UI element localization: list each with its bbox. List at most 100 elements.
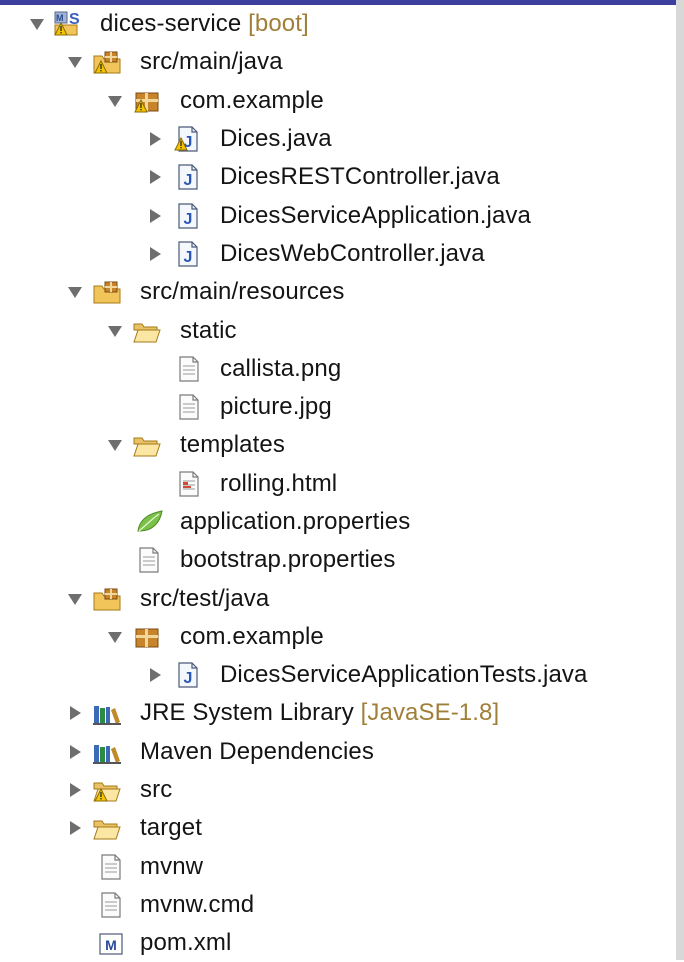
- tree-node-label: src/main/resources: [140, 278, 345, 306]
- tree-node-source-folder[interactable]: src/test/java: [0, 579, 676, 617]
- java-file-icon: J: [172, 660, 202, 690]
- collapse-arrow-icon[interactable]: [64, 779, 86, 801]
- tree-node-source-folder[interactable]: src/main/resources: [0, 273, 676, 311]
- tree-node-file[interactable]: picture.jpg: [0, 388, 676, 426]
- tree-node-file[interactable]: bootstrap.properties: [0, 541, 676, 579]
- svg-text:J: J: [184, 670, 193, 687]
- tree-node-file[interactable]: M pom.xml: [0, 924, 676, 962]
- source-folder-warning-icon: [92, 47, 122, 77]
- file-icon: [134, 545, 164, 575]
- folder-open-icon: [132, 316, 162, 346]
- spring-leaf-icon: [134, 507, 164, 537]
- svg-text:J: J: [184, 172, 193, 189]
- tree-node-label: dices-service: [100, 10, 242, 38]
- tree-node-label: picture.jpg: [220, 393, 332, 421]
- svg-text:M: M: [105, 937, 117, 953]
- tree-node-library[interactable]: Maven Dependencies: [0, 733, 676, 771]
- svg-text:J: J: [184, 249, 193, 266]
- collapse-arrow-icon[interactable]: [64, 741, 86, 763]
- vertical-scrollbar[interactable]: [676, 0, 684, 960]
- tree-node-project[interactable]: MS dices-service [boot]: [0, 5, 676, 43]
- tree-node-source-folder[interactable]: src/main/java: [0, 43, 676, 81]
- tree-node-file[interactable]: callista.png: [0, 350, 676, 388]
- tree-node-label: DicesRESTController.java: [220, 163, 500, 191]
- tree-node-label: application.properties: [180, 508, 411, 535]
- library-icon: [92, 698, 122, 728]
- expand-arrow-icon[interactable]: [104, 90, 126, 112]
- tree-node-label: src: [140, 776, 173, 804]
- expand-arrow-icon[interactable]: [64, 588, 86, 610]
- java-file-icon: J: [172, 162, 202, 192]
- tree-node-label: DicesServiceApplicationTests.java: [220, 661, 588, 689]
- file-icon: [96, 852, 126, 882]
- expand-arrow-icon[interactable]: [104, 320, 126, 342]
- tree-node-label: pom.xml: [140, 929, 232, 957]
- package-icon: [132, 622, 162, 652]
- svg-text:M: M: [56, 13, 64, 23]
- tree-node-folder[interactable]: static: [0, 311, 676, 349]
- collapse-arrow-icon[interactable]: [144, 128, 166, 150]
- tree-node-folder[interactable]: target: [0, 809, 676, 847]
- tree-node-file[interactable]: mvnw.cmd: [0, 886, 676, 924]
- collapse-arrow-icon[interactable]: [144, 243, 166, 265]
- tree-node-label: com.example: [180, 86, 324, 114]
- tree-node-label: src/main/java: [140, 48, 283, 76]
- tree-node-file[interactable]: mvnw: [0, 848, 676, 886]
- expand-arrow-icon[interactable]: [64, 281, 86, 303]
- package-warning-icon: [132, 86, 162, 116]
- collapse-arrow-icon[interactable]: [144, 664, 166, 686]
- tree-node-package[interactable]: com.example: [0, 82, 676, 120]
- tree-node-java-file[interactable]: J Dices.java: [0, 120, 676, 158]
- tree-node-java-file[interactable]: J DicesServiceApplication.java: [0, 196, 676, 234]
- boot-project-icon: MS: [52, 9, 82, 39]
- tree-node-folder[interactable]: src: [0, 771, 676, 809]
- collapse-arrow-icon[interactable]: [64, 817, 86, 839]
- tree-node-file[interactable]: application.properties: [0, 503, 676, 541]
- java-file-icon: J: [172, 201, 202, 231]
- tree-node-decoration: [JavaSE-1.8]: [360, 699, 500, 727]
- tree-node-decoration: [boot]: [248, 10, 309, 38]
- expand-arrow-icon[interactable]: [26, 13, 48, 35]
- svg-text:J: J: [184, 211, 193, 228]
- file-icon: [174, 354, 204, 384]
- tree-node-library[interactable]: JRE System Library [JavaSE-1.8]: [0, 694, 676, 732]
- tree-node-label: Dices.java: [220, 125, 332, 153]
- java-file-icon: J: [172, 239, 202, 269]
- tree-node-label: callista.png: [220, 354, 342, 382]
- tree-node-label: mvnw.cmd: [140, 890, 255, 918]
- tree-node-file[interactable]: rolling.html: [0, 465, 676, 503]
- tree-node-label: Maven Dependencies: [140, 737, 374, 765]
- tree-node-label: static: [180, 316, 237, 344]
- tree-node-label: rolling.html: [220, 469, 338, 497]
- tree-node-java-file[interactable]: J DicesRESTController.java: [0, 158, 676, 196]
- collapse-arrow-icon[interactable]: [144, 166, 166, 188]
- expand-arrow-icon[interactable]: [64, 51, 86, 73]
- tree-node-label: target: [140, 814, 202, 842]
- project-explorer-tree: MS dices-service [boot] src/main/java co…: [0, 5, 676, 962]
- file-icon: [96, 890, 126, 920]
- folder-warning-icon: [92, 775, 122, 805]
- maven-pom-icon: M: [96, 928, 126, 958]
- folder-open-icon: [132, 430, 162, 460]
- expand-arrow-icon[interactable]: [104, 626, 126, 648]
- expand-arrow-icon[interactable]: [104, 434, 126, 456]
- html-file-icon: [174, 469, 204, 499]
- tree-node-label: com.example: [180, 622, 324, 650]
- tree-node-label: mvnw: [140, 852, 204, 880]
- source-folder-icon: [92, 277, 122, 307]
- tree-node-folder[interactable]: templates: [0, 426, 676, 464]
- tree-node-label: DicesServiceApplication.java: [220, 201, 531, 229]
- tree-node-java-file[interactable]: J DicesServiceApplicationTests.java: [0, 656, 676, 694]
- library-icon: [92, 737, 122, 767]
- tree-node-label: DicesWebController.java: [220, 239, 485, 267]
- collapse-arrow-icon[interactable]: [144, 205, 166, 227]
- tree-node-label: src/test/java: [140, 584, 270, 612]
- tree-node-label: JRE System Library: [140, 699, 354, 727]
- source-folder-icon: [92, 584, 122, 614]
- java-file-warning-icon: J: [172, 124, 202, 154]
- tree-node-java-file[interactable]: J DicesWebController.java: [0, 235, 676, 273]
- tree-node-label: bootstrap.properties: [180, 546, 396, 574]
- tree-node-package[interactable]: com.example: [0, 618, 676, 656]
- collapse-arrow-icon[interactable]: [64, 702, 86, 724]
- tree-node-label: templates: [180, 431, 285, 459]
